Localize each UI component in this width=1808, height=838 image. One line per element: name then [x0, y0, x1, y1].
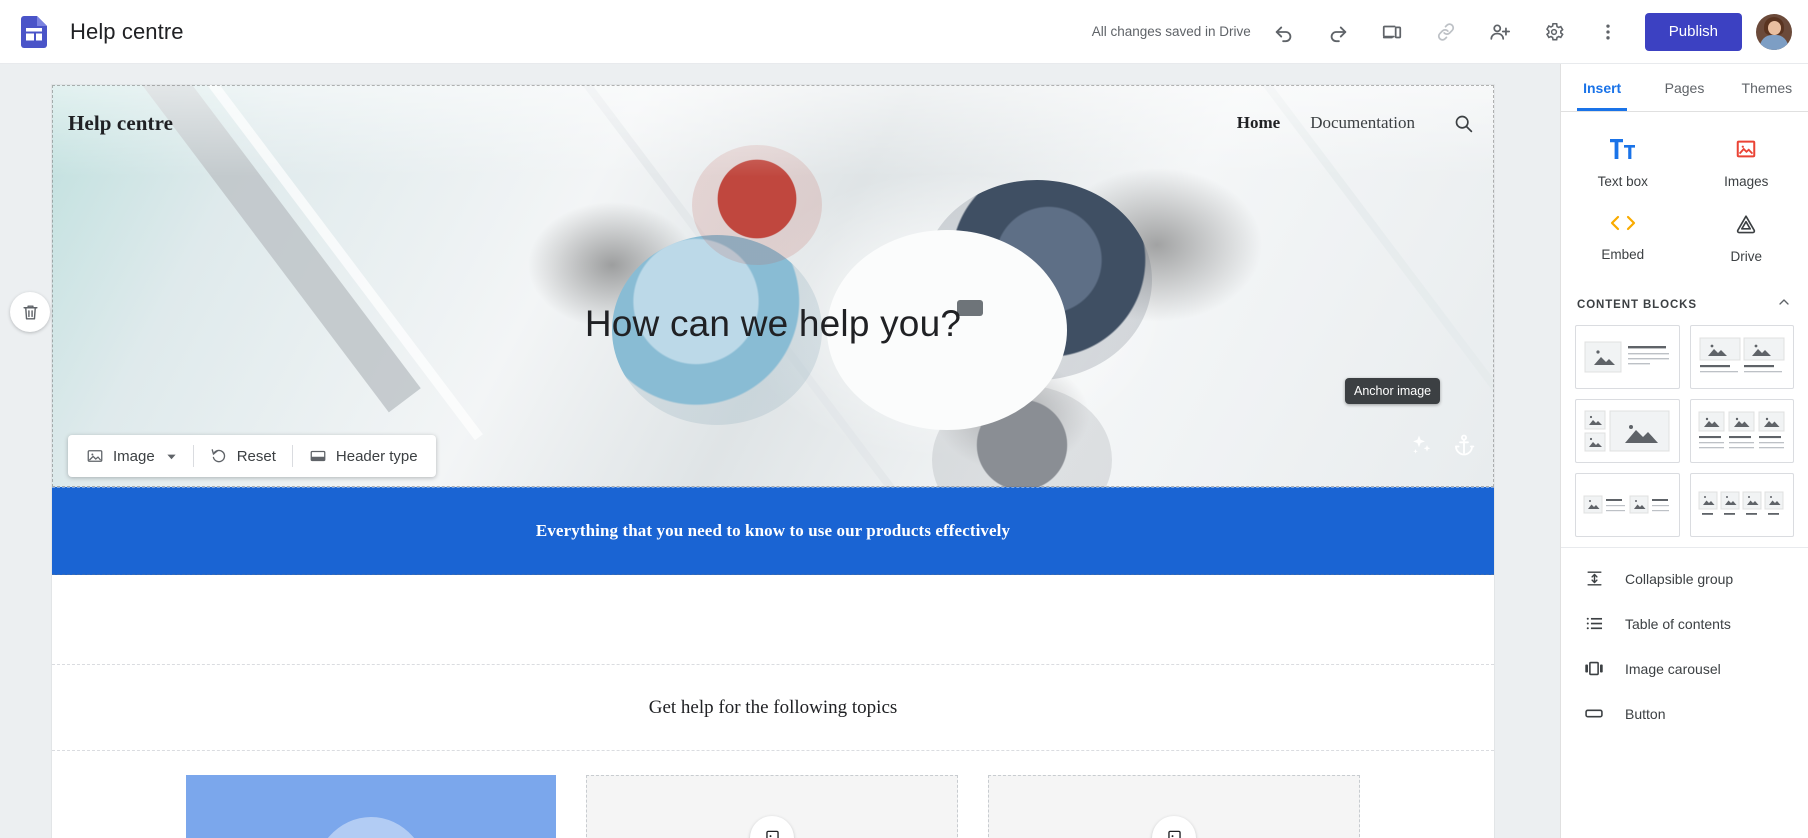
- block-two-images-with-captions[interactable]: [1689, 325, 1794, 389]
- google-drive-icon: [1734, 213, 1758, 240]
- insert-embed-label: Embed: [1601, 247, 1645, 262]
- empty-section[interactable]: [52, 575, 1494, 665]
- enhance-image-icon[interactable]: [1410, 433, 1434, 457]
- topic-card-accessibility[interactable]: [186, 775, 556, 838]
- hero-banner-section[interactable]: Help centre Home Documentation How can w…: [52, 85, 1494, 487]
- google-sites-logo-icon[interactable]: [12, 10, 56, 54]
- topic-cards-section: [52, 751, 1494, 838]
- topic-card-placeholder-2[interactable]: [586, 775, 958, 838]
- site-title[interactable]: Help centre: [68, 111, 173, 136]
- topic-card-placeholder-3[interactable]: [988, 775, 1360, 838]
- block-four-images-row[interactable]: [1689, 473, 1794, 537]
- insert-side-panel: Insert Pages Themes Text box Images Embe…: [1560, 64, 1808, 838]
- anchor-image-tooltip: Anchor image: [1345, 378, 1441, 404]
- undo-icon[interactable]: [1263, 11, 1305, 53]
- share-icon[interactable]: [1479, 11, 1521, 53]
- tab-themes[interactable]: Themes: [1726, 64, 1808, 111]
- block-three-images-with-captions[interactable]: [1689, 399, 1794, 463]
- document-title[interactable]: Help centre: [70, 19, 184, 45]
- toolbar-divider: [291, 445, 293, 467]
- header-type-label: Header type: [335, 447, 418, 465]
- app-bar: Help centre All changes saved in Drive P…: [0, 0, 1808, 64]
- nav-link-home[interactable]: Home: [1237, 113, 1280, 133]
- content-blocks-title: CONTENT BLOCKS: [1577, 298, 1697, 311]
- insert-images-label: Images: [1724, 174, 1769, 189]
- embed-code-icon: [1610, 213, 1636, 238]
- chevron-up-icon[interactable]: [1776, 294, 1792, 315]
- topics-heading-text[interactable]: Get help for the following topics: [649, 697, 898, 719]
- hero-title[interactable]: How can we help you?: [52, 303, 1494, 345]
- card-avatar-backdrop: [312, 817, 430, 838]
- text-box-icon: [1609, 138, 1636, 165]
- blue-banner-text[interactable]: Everything that you need to know to use …: [536, 521, 1010, 541]
- image-carousel-label: Image carousel: [1625, 660, 1721, 677]
- table-of-contents-icon: [1583, 614, 1605, 633]
- collapsible-group-icon: [1583, 569, 1605, 588]
- settings-icon[interactable]: [1533, 11, 1575, 53]
- tab-pages[interactable]: Pages: [1643, 64, 1725, 111]
- reset-label: Reset: [236, 447, 276, 465]
- image-menu-button[interactable]: Image: [74, 439, 189, 473]
- preview-icon[interactable]: [1371, 11, 1413, 53]
- block-two-small-one-large-image[interactable]: [1575, 399, 1680, 463]
- image-carousel-icon: [1583, 659, 1605, 678]
- more-options-icon[interactable]: [1587, 11, 1629, 53]
- hero-action-icons: [1410, 433, 1476, 457]
- avatar-body: [1760, 34, 1788, 50]
- button-label: Button: [1625, 705, 1666, 722]
- insert-drive-button[interactable]: Drive: [1685, 201, 1808, 276]
- insert-collapsible-group-button[interactable]: Collapsible group: [1561, 556, 1808, 601]
- search-icon[interactable]: [1453, 113, 1474, 134]
- collapsible-group-label: Collapsible group: [1625, 570, 1734, 587]
- insert-widget-list: Collapsible group Table of contents Imag…: [1561, 547, 1808, 736]
- insert-drive-label: Drive: [1730, 249, 1762, 264]
- add-image-button[interactable]: [1152, 816, 1196, 838]
- content-blocks-header[interactable]: CONTENT BLOCKS: [1561, 286, 1808, 325]
- toolbar-divider: [192, 445, 194, 467]
- image-menu-label: Image: [113, 447, 155, 465]
- insert-text-box-button[interactable]: Text box: [1561, 126, 1685, 201]
- blue-banner-section[interactable]: Everything that you need to know to use …: [52, 487, 1494, 575]
- save-status-text: All changes saved in Drive: [1091, 24, 1251, 39]
- publish-button[interactable]: Publish: [1644, 12, 1742, 51]
- tab-insert[interactable]: Insert: [1561, 64, 1643, 111]
- site-navigation: Home Documentation: [1237, 113, 1474, 134]
- reset-button[interactable]: Reset: [198, 439, 288, 473]
- panel-tab-bar: Insert Pages Themes: [1561, 64, 1808, 112]
- insert-items-grid: Text box Images Embed Drive: [1561, 112, 1808, 286]
- block-image-left-text-right[interactable]: [1575, 325, 1680, 389]
- topics-heading-section[interactable]: Get help for the following topics: [52, 665, 1494, 751]
- insert-button-button[interactable]: Button: [1561, 691, 1808, 736]
- user-avatar[interactable]: [1756, 13, 1792, 50]
- insert-images-button[interactable]: Images: [1685, 126, 1808, 201]
- redo-icon[interactable]: [1317, 11, 1359, 53]
- images-icon: [1734, 138, 1758, 165]
- avatar-face: [1768, 20, 1781, 35]
- editor-workspace: Help centre Home Documentation How can w…: [0, 64, 1560, 838]
- nav-link-documentation[interactable]: Documentation: [1310, 113, 1415, 133]
- insert-text-box-label: Text box: [1597, 174, 1648, 189]
- table-of-contents-label: Table of contents: [1625, 615, 1731, 632]
- add-image-button[interactable]: [750, 816, 794, 838]
- image-edit-toolbar: Image Reset Header type: [68, 435, 436, 477]
- insert-embed-button[interactable]: Embed: [1561, 201, 1685, 276]
- site-page-canvas: Help centre Home Documentation How can w…: [52, 85, 1494, 838]
- site-header: Help centre Home Documentation: [52, 85, 1494, 161]
- insert-image-carousel-button[interactable]: Image carousel: [1561, 646, 1808, 691]
- insert-table-of-contents-button[interactable]: Table of contents: [1561, 601, 1808, 646]
- block-two-image-text-pairs-inline[interactable]: [1575, 473, 1680, 537]
- copy-link-icon[interactable]: [1425, 11, 1467, 53]
- header-type-button[interactable]: Header type: [297, 439, 430, 473]
- anchor-image-icon[interactable]: [1452, 433, 1476, 457]
- delete-section-icon[interactable]: [10, 292, 50, 332]
- button-icon: [1583, 704, 1605, 723]
- content-blocks-grid: [1561, 325, 1808, 547]
- chevron-down-icon: [167, 454, 176, 459]
